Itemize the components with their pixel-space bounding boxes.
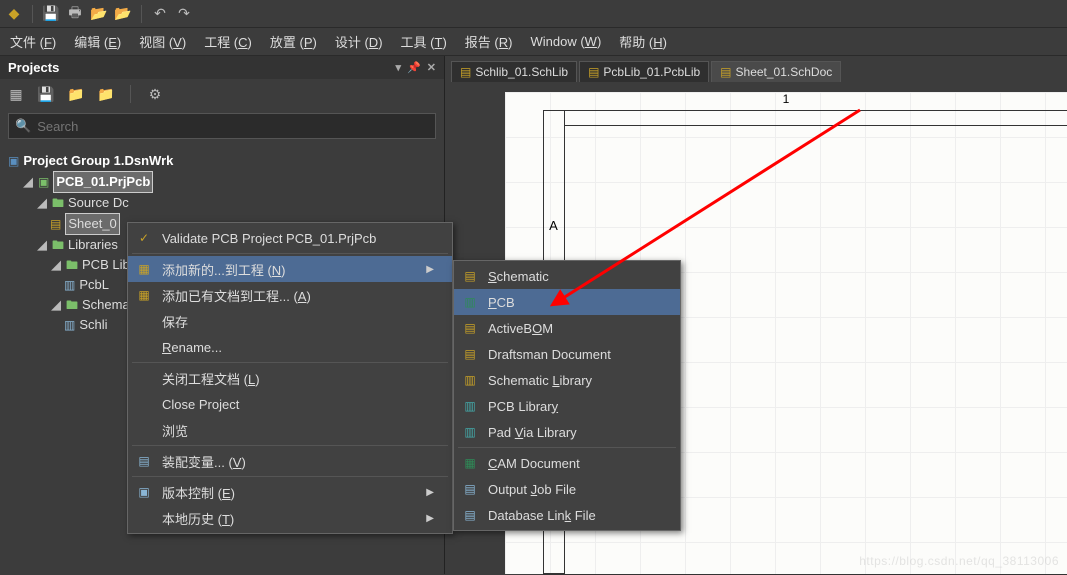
menuitem-Schematic-Library[interactable]: ▥Schematic Library	[454, 367, 680, 393]
menuitem-Rename...[interactable]: Rename...	[128, 334, 452, 360]
pcb-icon: ▥	[460, 295, 480, 309]
menu-文件[interactable]: 文件 (F)	[10, 32, 56, 51]
menuitem-Close-Project[interactable]: Close Project	[128, 391, 452, 417]
menuitem-保存[interactable]: 保存	[128, 308, 452, 334]
schlib-icon: ▥	[460, 373, 480, 387]
gear-icon[interactable]: ⚙	[147, 86, 163, 102]
menuitem-装配变量[interactable]: ▤装配变量... (V)	[128, 448, 452, 474]
open-icon[interactable]: 📂	[91, 6, 107, 22]
tree-group[interactable]: ▣Project Group 1.DsnWrk	[8, 151, 436, 171]
menuitem-Schematic[interactable]: ▤Schematic	[454, 263, 680, 289]
close-panel-icon[interactable]: ✕	[427, 61, 436, 74]
menuitem-ActiveBOM[interactable]: ▤ActiveBOM	[454, 315, 680, 341]
panel-toolbar: ▦ 💾 📁 📁 ⚙	[0, 79, 444, 109]
watermark: https://blog.csdn.net/qq_38113006	[859, 554, 1059, 568]
addexist-icon: ▦	[134, 288, 154, 302]
print-icon[interactable]: 🖶	[67, 6, 83, 22]
menuitem-CAM-Document[interactable]: ▦CAM Document	[454, 450, 680, 476]
menuitem-添加新的...到工程[interactable]: ▦添加新的...到工程 (N)▶	[128, 256, 452, 282]
menuitem-PCB-Library[interactable]: ▥PCB Library	[454, 393, 680, 419]
menu-设计[interactable]: 设计 (D)	[335, 32, 383, 51]
search-box[interactable]: 🔍	[8, 113, 436, 139]
folder-tree-icon[interactable]: 📁	[98, 86, 114, 102]
undo-icon[interactable]: ↶	[152, 6, 168, 22]
dropdown-icon[interactable]: ▾	[396, 61, 402, 74]
tab-Schlib_01.SchLib[interactable]: ▤Schlib_01.SchLib	[451, 61, 577, 82]
tree-project[interactable]: ◢▣PCB_01.PrjPcb	[8, 171, 436, 193]
new-doc-icon[interactable]: ▦	[8, 86, 24, 102]
menu-工程[interactable]: 工程 (C)	[204, 32, 252, 51]
menu-帮助[interactable]: 帮助 (H)	[619, 32, 667, 51]
logo-icon: ◆	[6, 6, 22, 22]
tab-PcbLib_01.PcbLib[interactable]: ▤PcbLib_01.PcbLib	[579, 61, 709, 82]
menu-报告[interactable]: 报告 (R)	[465, 32, 513, 51]
save-icon[interactable]: 💾	[43, 6, 59, 22]
panel-title: Projects	[8, 60, 59, 75]
open-recent-icon[interactable]: 📂	[115, 6, 131, 22]
menu-编辑[interactable]: 编辑 (E)	[74, 32, 121, 51]
tab-Sheet_01.SchDoc[interactable]: ▤Sheet_01.SchDoc	[711, 61, 841, 82]
menuitem-Pad-Via-Library[interactable]: ▥Pad Via Library	[454, 419, 680, 445]
redo-icon[interactable]: ↷	[176, 6, 192, 22]
top-toolbar: ◆ 💾 🖶 📂 📂 ↶ ↷	[0, 0, 1067, 28]
menuitem-版本控制[interactable]: ▣版本控制 (E)▶	[128, 479, 452, 505]
menu-放置[interactable]: 放置 (P)	[270, 32, 317, 51]
tree-source-folder[interactable]: ◢🖿Source Dc	[8, 193, 436, 213]
version-icon: ▣	[134, 485, 154, 499]
outjob-icon: ▤	[460, 482, 480, 496]
sch-icon: ▤	[460, 269, 480, 283]
panel-title-bar: Projects ▾ 📌 ✕	[0, 56, 444, 79]
menu-视图[interactable]: 视图 (V)	[139, 32, 186, 51]
bom-icon: ▤	[460, 321, 480, 335]
doc-icon: ▤	[460, 65, 471, 79]
search-icon: 🔍	[15, 118, 31, 134]
menuitem-浏览[interactable]: 浏览	[128, 417, 452, 443]
save-all-icon[interactable]: 💾	[38, 86, 54, 102]
add-new-submenu: ▤Schematic▥PCB▤ActiveBOM▤Draftsman Docum…	[453, 260, 681, 531]
dblink-icon: ▤	[460, 508, 480, 522]
menubar: 文件 (F) 编辑 (E) 视图 (V) 工程 (C) 放置 (P) 设计 (D) 工具 (…	[0, 28, 1067, 56]
add-icon: ▦	[134, 262, 154, 276]
cam-icon: ▦	[460, 456, 480, 470]
padvia-icon: ▥	[460, 425, 480, 439]
menuitem-Output-Job-File[interactable]: ▤Output Job File	[454, 476, 680, 502]
menuitem-Database-Link-File[interactable]: ▤Database Link File	[454, 502, 680, 528]
context-menu: ✓Validate PCB Project PCB_01.PrjPcb ▦添加新的…	[127, 222, 453, 534]
menuitem-关闭工程文档[interactable]: 关闭工程文档 (L)	[128, 365, 452, 391]
pcblib-icon: ▥	[460, 399, 480, 413]
sheet-col-label: 1	[783, 92, 790, 106]
doc-icon: ▤	[720, 65, 731, 79]
validate-icon: ✓	[134, 231, 154, 245]
document-tabs: ▤Schlib_01.SchLib▤PcbLib_01.PcbLib▤Sheet…	[445, 56, 1067, 82]
menuitem-Validate-PCB-Project-PCB_01.PrjPcb[interactable]: ✓Validate PCB Project PCB_01.PrjPcb	[128, 225, 452, 251]
doc-icon: ▤	[588, 65, 599, 79]
variant-icon: ▤	[134, 454, 154, 468]
pin-icon[interactable]: 📌	[407, 61, 421, 74]
search-input[interactable]	[37, 119, 429, 134]
folder-icon[interactable]: 📁	[68, 86, 84, 102]
menuitem-Draftsman-Document[interactable]: ▤Draftsman Document	[454, 341, 680, 367]
menuitem-PCB[interactable]: ▥PCB	[454, 289, 680, 315]
menuitem-添加已有文档到工程[interactable]: ▦添加已有文档到工程... (A)	[128, 282, 452, 308]
menuitem-本地历史[interactable]: 本地历史 (T)▶	[128, 505, 452, 531]
menu-工具[interactable]: 工具 (T)	[401, 32, 447, 51]
menu-Window[interactable]: Window (W)	[530, 34, 601, 49]
draft-icon: ▤	[460, 347, 480, 361]
